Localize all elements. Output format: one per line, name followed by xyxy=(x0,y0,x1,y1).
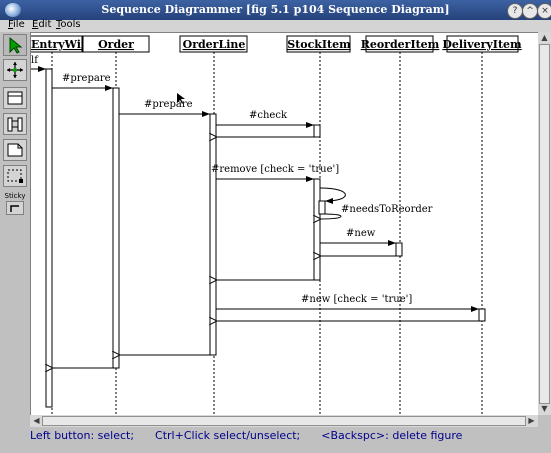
object-orderline[interactable]: OrderLine xyxy=(179,35,248,53)
message-label: #new [check = 'true'] xyxy=(301,294,412,305)
object-label: Order xyxy=(98,38,134,51)
menu-edit-label: dit xyxy=(38,19,52,30)
message-label: #needsToReorder xyxy=(341,204,433,215)
object-label: DeliveryItem xyxy=(442,38,522,51)
horizontal-scroll-thumb[interactable] xyxy=(42,416,526,426)
object-order[interactable]: Order xyxy=(82,35,150,53)
activation-stockitem-check[interactable] xyxy=(313,124,321,138)
message-self-call[interactable] xyxy=(319,187,346,204)
maximize-button[interactable]: ^ xyxy=(522,3,538,19)
object-label: StockItem xyxy=(287,38,351,51)
object-tool-button[interactable] xyxy=(3,87,27,109)
scroll-right-icon[interactable]: ▶ xyxy=(526,416,537,426)
status-bar: Left button: select; Ctrl+Click select/u… xyxy=(0,427,551,446)
menu-edit[interactable]: Edit xyxy=(32,19,51,30)
object-label: ReorderItem xyxy=(361,38,440,51)
activation-orderline[interactable] xyxy=(209,113,217,356)
message-label: #check xyxy=(249,110,288,121)
object-reorderitem[interactable]: ReorderItem xyxy=(361,35,440,53)
dashed-frame-icon xyxy=(7,169,23,183)
menu-file[interactable]: File xyxy=(8,19,25,30)
activation-entrywindow[interactable] xyxy=(45,68,53,408)
frame-tool-button[interactable] xyxy=(3,165,27,187)
sticky-corner-icon xyxy=(10,205,19,212)
diagram-canvas[interactable]: EntryWindow Order OrderLine StockItem Re… xyxy=(30,32,539,416)
menu-file-label: ile xyxy=(13,19,25,30)
message-label: lf xyxy=(31,55,39,66)
menu-tools-label: ools xyxy=(60,19,81,30)
return-self-call[interactable] xyxy=(321,213,342,219)
note-icon xyxy=(7,143,23,157)
activation-order[interactable] xyxy=(112,87,120,369)
sticky-label: Sticky xyxy=(4,192,26,200)
activation-deliveryitem[interactable] xyxy=(478,308,486,322)
title-bar[interactable]: Sequence Diagrammer [fig 5.1 p104 Sequen… xyxy=(0,0,551,20)
scroll-left-icon[interactable]: ◀ xyxy=(31,416,42,426)
scroll-down-icon[interactable]: ▼ xyxy=(539,404,550,414)
scroll-up-icon[interactable]: ▲ xyxy=(539,33,550,43)
message-label: #prepare xyxy=(144,99,193,110)
message-arrow-icon xyxy=(7,117,23,132)
note-tool-button[interactable] xyxy=(3,139,27,161)
object-box-icon xyxy=(7,91,23,105)
arrow-cursor-icon xyxy=(9,36,23,54)
vertical-scroll-thumb[interactable] xyxy=(539,44,550,404)
sequence-diagram: EntryWindow Order OrderLine StockItem Re… xyxy=(31,35,522,416)
window-title: Sequence Diagrammer [fig 5.1 p104 Sequen… xyxy=(101,3,450,16)
object-label: OrderLine xyxy=(183,38,246,51)
activation-stockitem-self[interactable] xyxy=(318,200,326,215)
move-tool-button[interactable] xyxy=(3,59,27,81)
help-button[interactable]: ? xyxy=(507,3,523,19)
object-stockitem[interactable]: StockItem xyxy=(286,35,351,53)
menu-tools[interactable]: Tools xyxy=(56,19,81,30)
select-tool-button[interactable] xyxy=(3,34,27,56)
message-tool-button[interactable] xyxy=(3,113,27,135)
scroll-corner xyxy=(538,415,551,427)
close-button[interactable]: × xyxy=(537,3,551,19)
sticky-toggle[interactable] xyxy=(6,201,24,215)
horizontal-scrollbar[interactable]: ◀ ▶ xyxy=(30,415,538,427)
activation-reorderitem[interactable] xyxy=(395,242,403,257)
message-label: #remove [check = 'true'] xyxy=(211,164,339,175)
message-label: #new xyxy=(346,228,376,239)
object-deliveryitem[interactable]: DeliveryItem xyxy=(442,35,522,53)
move-arrows-icon xyxy=(7,62,23,78)
message-label: #prepare xyxy=(62,73,111,84)
tool-palette: Sticky xyxy=(3,34,29,218)
vertical-scrollbar[interactable]: ▲ ▼ xyxy=(538,32,551,415)
menu-bar: File Edit Tools xyxy=(0,19,551,32)
status-text: Left button: select; Ctrl+Click select/u… xyxy=(30,429,463,442)
activation-stockitem-remove[interactable] xyxy=(313,178,321,281)
